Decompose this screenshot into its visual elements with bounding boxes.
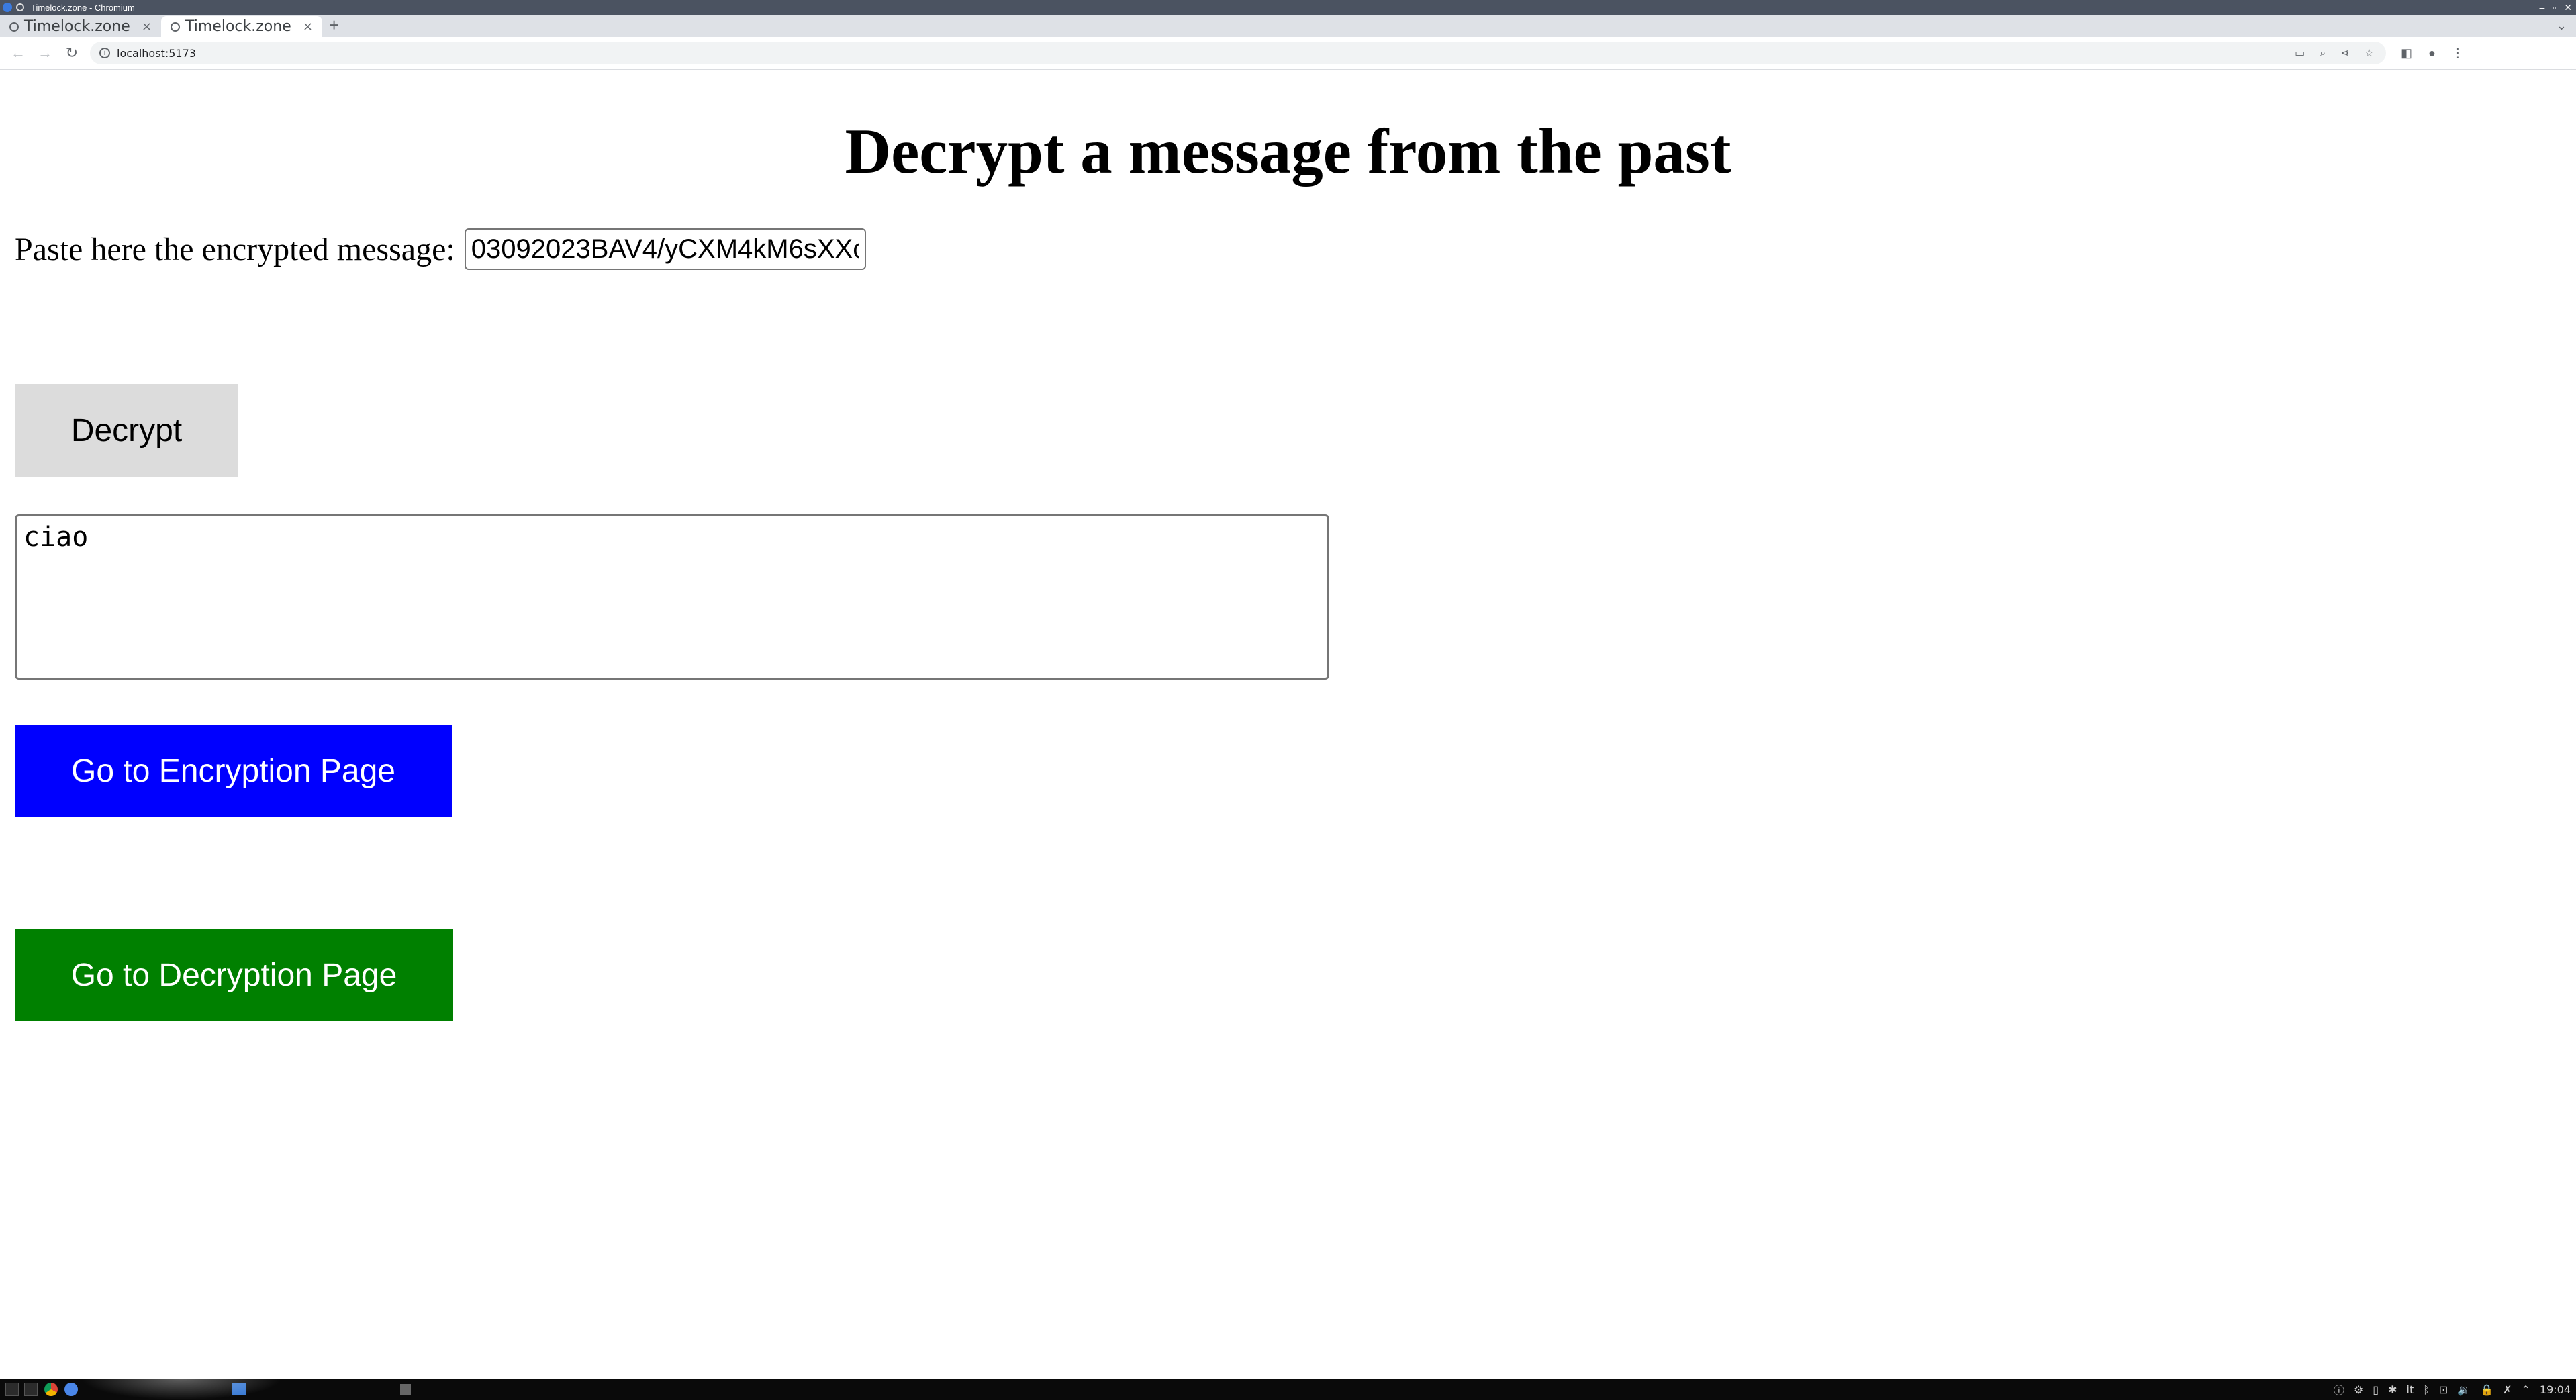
address-bar[interactable]: i localhost:5173 ▭ ⌕ ⋖ ☆: [90, 42, 2386, 64]
close-window-icon[interactable]: ✕: [2564, 2, 2572, 13]
encrypted-message-row: Paste here the encrypted message:: [15, 228, 866, 270]
window-title: Timelock.zone - Chromium: [31, 2, 135, 13]
profile-avatar-icon[interactable]: ●: [2428, 46, 2436, 60]
device-tray-icon[interactable]: ▯: [2373, 1383, 2379, 1396]
browser-toolbar: ← → ↻ i localhost:5173 ▭ ⌕ ⋖ ☆ ◧ ● ⋮: [0, 37, 2576, 70]
os-taskbar: ⓘ ⚙ ▯ ✱ it ᛒ ⊡ 🔉 🔒 ✗ ⌃ 19:04: [0, 1379, 2576, 1400]
taskbar-glow: [81, 1379, 282, 1400]
settings-tray-icon[interactable]: ⚙: [2354, 1383, 2363, 1396]
display-tray-icon[interactable]: ⊡: [2439, 1383, 2448, 1396]
window-controls: – ▫ ✕: [2540, 0, 2573, 15]
globe-icon: [9, 21, 19, 32]
terminal-icon[interactable]: [24, 1383, 38, 1396]
toolbar-right-actions: ◧ ● ⋮: [2401, 46, 2464, 60]
back-icon[interactable]: ←: [9, 44, 27, 62]
lock-icon[interactable]: 🔒: [2480, 1383, 2493, 1396]
tab-strip: Timelock.zone × Timelock.zone × + ⌄: [0, 15, 2576, 37]
forward-icon[interactable]: →: [36, 44, 54, 62]
install-app-icon[interactable]: ▭: [2295, 46, 2305, 60]
bluetooth-icon[interactable]: ᛒ: [2423, 1383, 2430, 1396]
globe-icon: [171, 21, 180, 32]
tab-close-icon[interactable]: ×: [142, 19, 152, 34]
encrypted-message-label: Paste here the encrypted message:: [15, 231, 455, 267]
tab-label: Timelock.zone: [24, 18, 130, 35]
side-panel-icon[interactable]: ◧: [2401, 46, 2412, 60]
tab-timelock-1[interactable]: Timelock.zone ×: [0, 16, 161, 37]
url-text[interactable]: localhost:5173: [117, 47, 196, 60]
page-favicon-icon: [16, 3, 24, 11]
chromium-app-icon: [3, 3, 12, 12]
chrome-icon[interactable]: [44, 1383, 58, 1396]
minimize-icon[interactable]: –: [2540, 2, 2545, 13]
tab-close-icon[interactable]: ×: [303, 19, 313, 34]
volume-icon[interactable]: 🔉: [2457, 1383, 2471, 1396]
os-titlebar: Timelock.zone - Chromium – ▫ ✕: [0, 0, 2576, 15]
omnibox-actions: ▭ ⌕ ⋖ ☆: [2295, 46, 2374, 60]
maximize-icon[interactable]: ▫: [2553, 2, 2556, 13]
info-tray-icon[interactable]: ⓘ: [2334, 1381, 2344, 1397]
site-info-icon[interactable]: i: [99, 48, 110, 58]
tray-expand-icon[interactable]: ⌃: [2521, 1383, 2530, 1396]
go-to-decryption-page-button[interactable]: Go to Decryption Page: [15, 929, 453, 1021]
decrypted-output-textarea[interactable]: ciao: [15, 514, 1329, 680]
app-launcher-icon[interactable]: [5, 1383, 19, 1396]
network-tray-icon[interactable]: ✱: [2388, 1383, 2397, 1396]
share-icon[interactable]: ⋖: [2340, 46, 2349, 60]
tab-label: Timelock.zone: [185, 18, 291, 35]
chromium-icon[interactable]: [64, 1383, 78, 1396]
page-title: Decrypt a message from the past: [845, 115, 1731, 187]
tab-timelock-2-active[interactable]: Timelock.zone ×: [161, 16, 322, 37]
encrypted-message-input[interactable]: [464, 228, 866, 270]
new-tab-button[interactable]: +: [329, 15, 339, 36]
bookmark-star-icon[interactable]: ☆: [2365, 46, 2374, 60]
taskbar-window-button-2[interactable]: [400, 1384, 411, 1395]
zoom-icon[interactable]: ⌕: [2320, 46, 2326, 60]
decrypt-button[interactable]: Decrypt: [15, 384, 238, 477]
reload-icon[interactable]: ↻: [63, 44, 81, 62]
x-tray-icon[interactable]: ✗: [2503, 1383, 2512, 1396]
keyboard-layout-text[interactable]: it: [2407, 1383, 2414, 1396]
browser-menu-icon[interactable]: ⋮: [2452, 46, 2464, 60]
system-tray: ⓘ ⚙ ▯ ✱ it ᛒ ⊡ 🔉 🔒 ✗ ⌃ 19:04: [2334, 1379, 2571, 1400]
go-to-encryption-page-button[interactable]: Go to Encryption Page: [15, 725, 452, 817]
tab-search-chevron-icon[interactable]: ⌄: [2557, 19, 2567, 33]
clock: 19:04: [2539, 1383, 2571, 1396]
